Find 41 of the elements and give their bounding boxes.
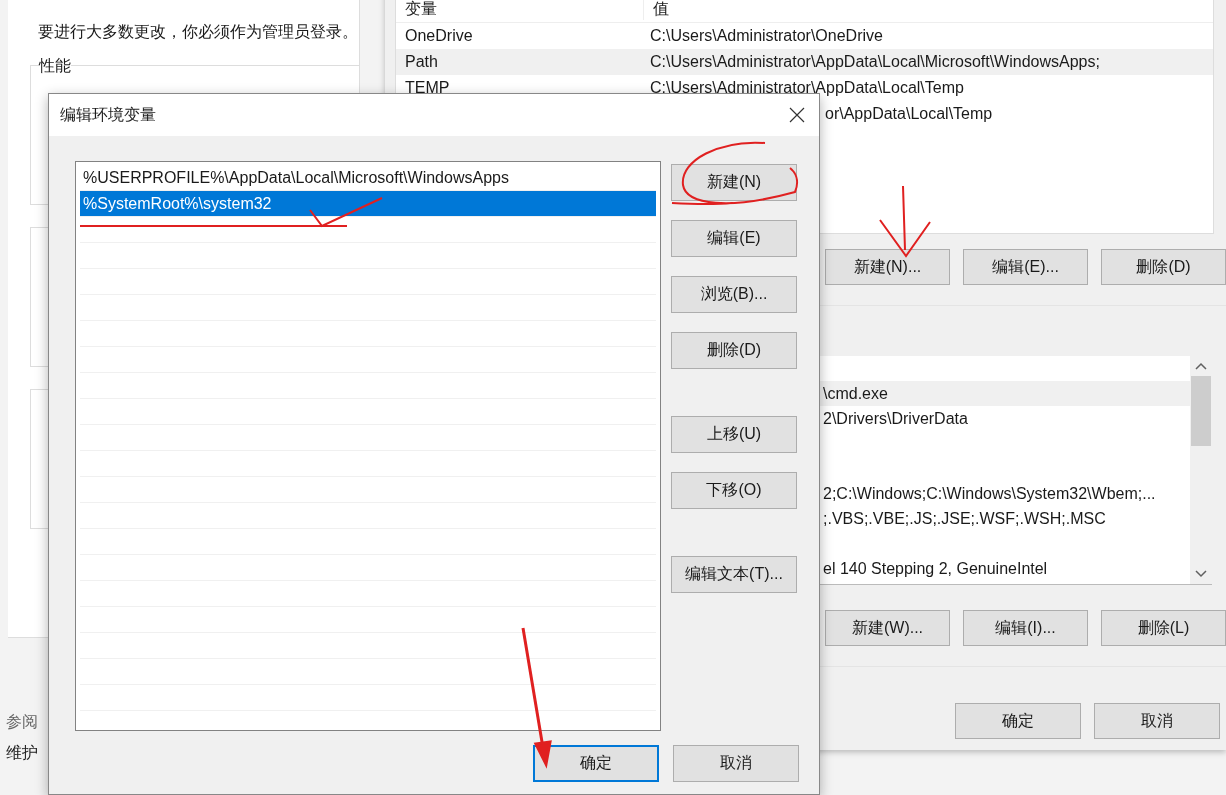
button[interactable]: 确定 (533, 745, 659, 782)
button[interactable]: 下移(O) (671, 472, 797, 509)
scroll-down-icon[interactable] (1195, 570, 1207, 578)
button[interactable]: 删除(D) (1101, 249, 1226, 285)
button[interactable]: 编辑文本(T)... (671, 556, 797, 593)
variable-value: C:\Users\Administrator\OneDrive (649, 27, 883, 45)
window-title: 编辑环境变量 (60, 104, 156, 125)
button[interactable]: 编辑(E) (671, 220, 797, 257)
variable-name: TEMP (404, 79, 451, 97)
button[interactable]: 新建(N)... (825, 249, 950, 285)
close-icon[interactable] (789, 107, 805, 123)
list-row[interactable]: Path C:\Users\Administrator\AppData\Local\Microsoft\WindowsApps; (396, 49, 1213, 75)
button[interactable]: 取消 (673, 745, 799, 782)
notice-text: 要进行大多数更改，你必须作为管理员登录。 (38, 22, 359, 42)
variable-value: or\AppData\Local\Temp (825, 105, 993, 123)
button[interactable]: 删除(D) (671, 332, 797, 369)
variable-value: ;.VBS;.VBE;.JS;.JSE;.WSF;.WSH;.MSC (823, 509, 1106, 528)
button[interactable]: 删除(L) (1101, 610, 1226, 646)
button[interactable]: 浏览(B)... (671, 276, 797, 313)
variable-value: C:\Users\Administrator\AppData\Local\Microsoft\WindowsApps; (649, 53, 1100, 71)
link-text[interactable]: 维护 (6, 743, 38, 764)
button[interactable]: 编辑(E)... (963, 249, 1088, 285)
button[interactable]: 上移(U) (671, 416, 797, 453)
button[interactable]: 取消 (1094, 703, 1220, 739)
variable-name: Path (404, 53, 439, 71)
button[interactable]: 新建(W)... (825, 610, 950, 646)
variable-value: \cmd.exe (823, 384, 888, 403)
scroll-thumb[interactable] (1191, 376, 1211, 446)
column-header[interactable]: 变量 (396, 0, 644, 20)
button[interactable]: 确定 (955, 703, 1081, 739)
variable-value: C:\Users\Administrator\AppData\Local\Temp (649, 79, 964, 97)
list-row[interactable]: OneDrive C:\Users\Administrator\OneDrive (396, 23, 1213, 49)
column-header[interactable]: 值 (644, 0, 669, 20)
link-text[interactable]: 参阅 (6, 712, 38, 733)
list-item[interactable]: %SystemRoot%\system32 (80, 191, 656, 217)
group-label: 性能 (39, 56, 71, 77)
button[interactable]: 编辑(I)... (963, 610, 1088, 646)
variable-name: OneDrive (404, 27, 474, 45)
scroll-up-icon[interactable] (1195, 362, 1207, 370)
variable-value: 2\Drivers\DriverData (823, 409, 968, 428)
button[interactable]: 新建(N) (671, 164, 797, 201)
